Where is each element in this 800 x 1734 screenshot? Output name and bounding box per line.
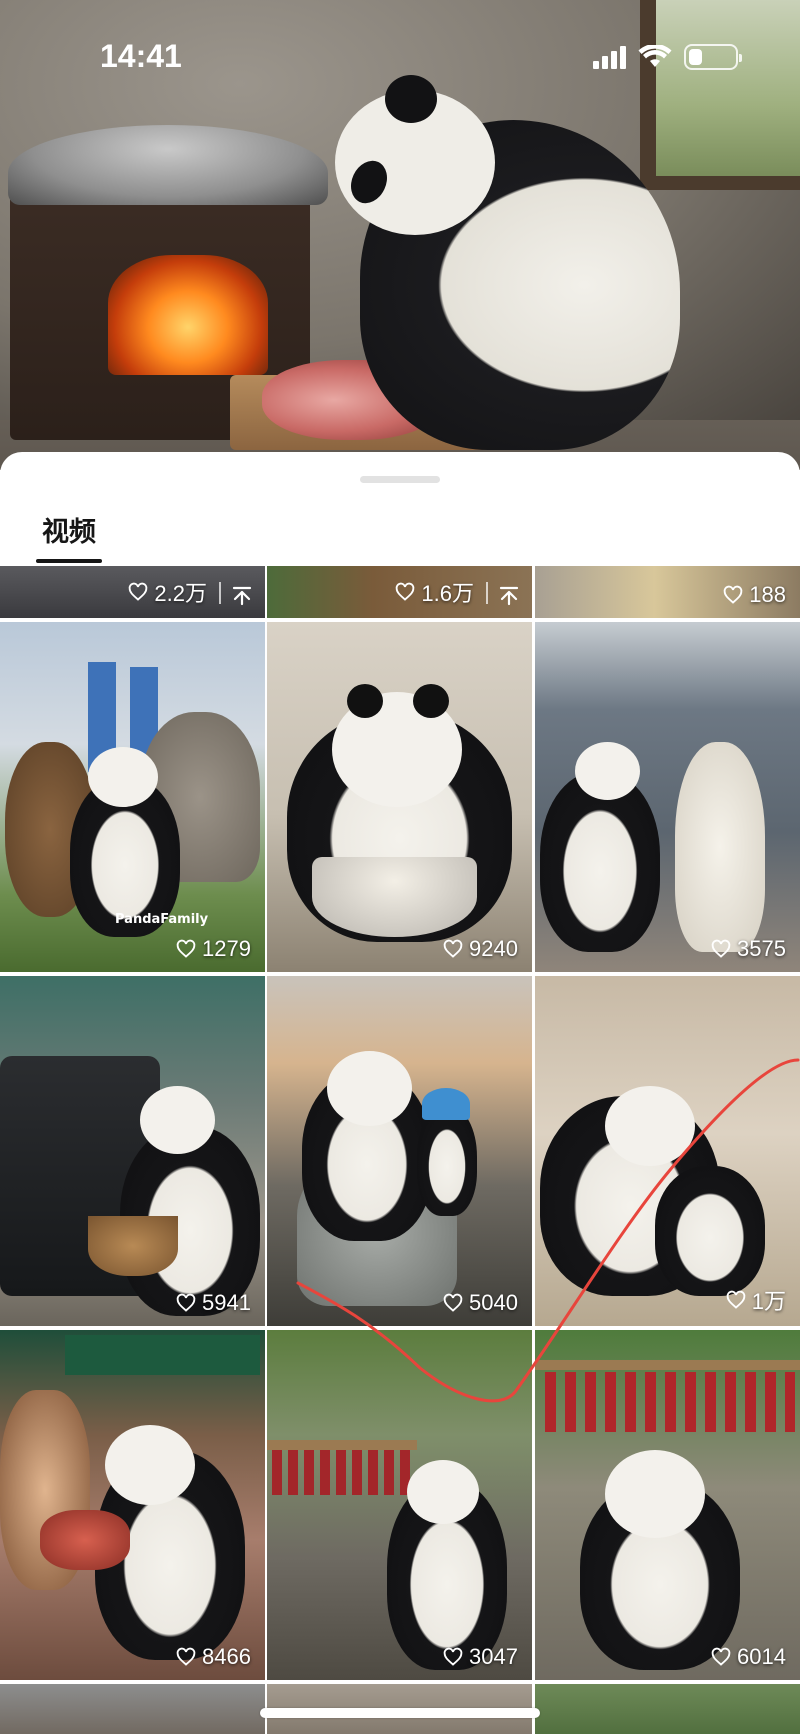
status-time: 14:41 [100, 38, 182, 74]
video-tile[interactable]: 8466 [0, 1330, 265, 1680]
like-count: 5941 [176, 1290, 251, 1316]
status-icons [593, 44, 742, 70]
video-tile[interactable]: 188 [535, 566, 800, 618]
pinned-icon [499, 586, 519, 606]
video-tile[interactable]: PandaFamily 1279 [0, 622, 265, 972]
video-tile[interactable]: 3047 [267, 1330, 532, 1680]
sausages [272, 1450, 412, 1495]
like-count-text: 6014 [737, 1644, 786, 1669]
heart-icon [443, 1647, 463, 1666]
like-count: 9240 [443, 936, 518, 962]
video-thumbnail [0, 1684, 265, 1734]
battery-icon [684, 44, 742, 70]
tab-videos[interactable]: 视频 [36, 510, 102, 563]
heart-icon [443, 1293, 463, 1312]
heart-icon [129, 582, 148, 601]
like-count-text: 2.2万 [154, 581, 207, 606]
video-tile[interactable] [0, 1684, 265, 1734]
panda-head [605, 1086, 695, 1166]
home-indicator[interactable] [260, 1708, 540, 1718]
panda-ear [347, 684, 383, 718]
like-count: 1万 [726, 1284, 786, 1316]
divider [219, 582, 221, 604]
heart-icon [711, 939, 731, 958]
like-count: 2.2万 [128, 576, 207, 608]
heart-icon [726, 1290, 746, 1309]
meat [40, 1510, 130, 1570]
watermark: PandaFamily [115, 912, 209, 927]
battery-fill [689, 49, 702, 65]
sausages [545, 1372, 795, 1432]
video-tile[interactable]: 1.6万 [267, 566, 532, 618]
video-thumbnail [535, 1684, 800, 1734]
panda-cub [655, 1166, 765, 1296]
panda-cub [417, 1106, 477, 1216]
panda-head [105, 1425, 195, 1505]
drying-rack [267, 1440, 417, 1450]
helmet [422, 1088, 470, 1120]
drying-rack [535, 1360, 800, 1370]
like-count: 6014 [711, 1644, 786, 1670]
pinned-icon [232, 586, 252, 606]
like-count: 8466 [176, 1644, 251, 1670]
heart-icon [443, 939, 463, 958]
heart-icon [176, 939, 196, 958]
video-tile[interactable]: 3575 [535, 622, 800, 972]
wifi-icon [638, 45, 672, 67]
video-tile[interactable]: 1万 [535, 976, 800, 1326]
video-tile[interactable]: 9240 [267, 622, 532, 972]
panda-head [327, 1051, 412, 1126]
like-count-text: 3047 [469, 1644, 518, 1669]
divider [486, 582, 488, 604]
like-count-text: 1万 [751, 1289, 786, 1314]
like-count-text: 1279 [202, 936, 251, 961]
video-tile[interactable]: 5040 [267, 976, 532, 1326]
like-count: 5040 [443, 1290, 518, 1316]
like-count: 1279 [176, 936, 251, 962]
like-count-text: 5941 [202, 1290, 251, 1315]
panda-head [575, 742, 640, 800]
polar-bear [675, 742, 765, 952]
tab-label: 视频 [42, 517, 96, 548]
heart-icon [724, 585, 743, 604]
sheet-drag-handle[interactable] [360, 476, 440, 483]
mixing-bowl [312, 857, 477, 937]
panda-head [407, 1460, 479, 1524]
cellular-signal-icon [593, 45, 626, 69]
video-tile[interactable] [535, 1684, 800, 1734]
fire [108, 255, 268, 375]
like-count: 3575 [711, 936, 786, 962]
bottom-sheet: 视频 2.2万 1.6万 188 PandaFamily 1279 9240 3… [0, 452, 800, 1734]
panda-ear [385, 75, 437, 123]
video-tile[interactable]: 2.2万 [0, 566, 265, 618]
basket [88, 1216, 178, 1276]
like-count-text: 8466 [202, 1644, 251, 1669]
shop-sign [65, 1335, 260, 1375]
panda-head [605, 1450, 705, 1538]
panda-head [140, 1086, 215, 1154]
like-count-text: 5040 [469, 1290, 518, 1315]
like-count-text: 9240 [469, 936, 518, 961]
like-count-text: 3575 [737, 936, 786, 961]
panda-head [88, 747, 158, 807]
like-count-text: 1.6万 [421, 581, 474, 606]
window [640, 0, 800, 190]
video-tile[interactable]: 5941 [0, 976, 265, 1326]
like-count: 1.6万 [395, 576, 474, 608]
like-count-text: 188 [749, 582, 786, 607]
heart-icon [176, 1293, 196, 1312]
like-count: 188 [723, 582, 786, 608]
heart-icon [176, 1647, 196, 1666]
like-count: 3047 [443, 1644, 518, 1670]
tab-indicator [36, 559, 102, 563]
panda-ear [413, 684, 449, 718]
heart-icon [396, 582, 415, 601]
heart-icon [711, 1647, 731, 1666]
video-tile[interactable]: 6014 [535, 1330, 800, 1680]
